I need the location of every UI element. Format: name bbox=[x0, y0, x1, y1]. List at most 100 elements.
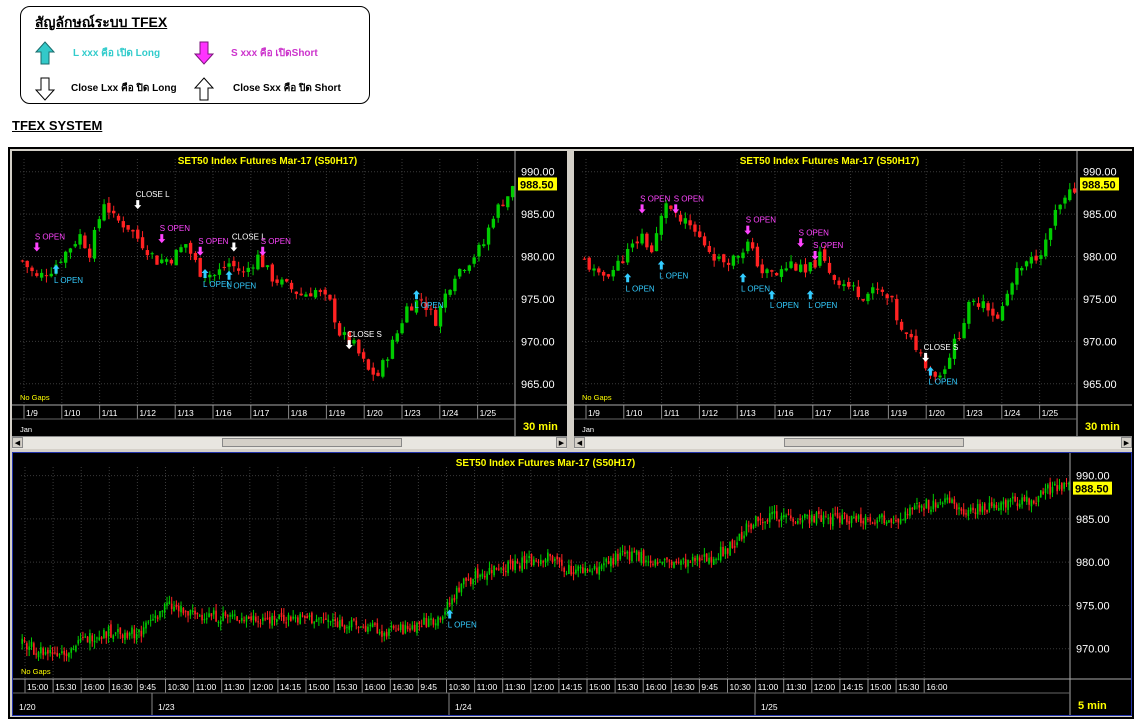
chart-panel-5min[interactable]: 990.00 985.00 980.00 975.00 970.00 15:00 15:30… bbox=[12, 452, 1132, 716]
x-tick-label: 11:00 bbox=[477, 682, 498, 692]
candle-body bbox=[217, 269, 222, 275]
candle-body bbox=[1068, 189, 1072, 201]
short-open-arrow-icon bbox=[194, 41, 214, 65]
candle-body bbox=[680, 560, 682, 565]
candle-body bbox=[304, 294, 308, 297]
x-tick-label: 11:30 bbox=[505, 682, 526, 692]
candle-body bbox=[198, 615, 201, 617]
candle-body bbox=[981, 506, 984, 513]
candle-body bbox=[145, 250, 150, 256]
candle-body bbox=[554, 558, 556, 561]
candle-body bbox=[451, 598, 453, 605]
candle-body bbox=[409, 628, 411, 631]
candle-body bbox=[409, 306, 414, 311]
candle-body bbox=[808, 515, 811, 524]
candle-body bbox=[605, 558, 608, 562]
x-tick-label: 16:30 bbox=[392, 682, 414, 692]
candle-body bbox=[126, 225, 130, 230]
candle-body bbox=[486, 227, 491, 245]
candle-body bbox=[1058, 204, 1062, 210]
candle-body bbox=[656, 561, 659, 564]
candle-body bbox=[789, 515, 792, 519]
x-tick-label: 1/20 bbox=[928, 408, 945, 418]
candle-body bbox=[1009, 499, 1012, 502]
candle-body bbox=[63, 251, 68, 263]
candle-body bbox=[297, 617, 299, 623]
candle-body bbox=[1058, 485, 1061, 490]
candle-body bbox=[453, 598, 456, 601]
scrollbar-right[interactable]: ◀ ▶ bbox=[574, 436, 1132, 449]
candle-body bbox=[385, 359, 390, 361]
candle-body bbox=[846, 515, 848, 523]
y-tick-label: 975.00 bbox=[521, 294, 555, 306]
candle-body bbox=[792, 518, 794, 522]
candle-body bbox=[743, 535, 745, 539]
candle-body bbox=[392, 625, 395, 629]
x-tick-label: 1/13 bbox=[739, 408, 756, 418]
candle-body bbox=[78, 234, 82, 245]
candle-body bbox=[265, 265, 270, 268]
candle-body bbox=[997, 507, 1000, 511]
candle-body bbox=[614, 553, 617, 564]
candle-body bbox=[806, 514, 808, 516]
candle-body bbox=[694, 557, 696, 562]
candle-body bbox=[271, 615, 273, 626]
signal-up-arrow-icon bbox=[624, 273, 632, 283]
signal-down-arrow-icon bbox=[158, 234, 166, 244]
signal-down-arrow-icon bbox=[33, 242, 41, 252]
candle-body bbox=[888, 520, 890, 523]
scroll-right-arrow-icon[interactable]: ▶ bbox=[1121, 437, 1132, 448]
candle-body bbox=[1068, 483, 1070, 485]
candle-body bbox=[698, 557, 701, 562]
x-tick-label: 16:30 bbox=[111, 682, 133, 692]
x-tick-label: 1/16 bbox=[215, 408, 232, 418]
candle-body bbox=[222, 266, 226, 268]
scroll-thumb-left[interactable] bbox=[222, 438, 402, 447]
candle-body bbox=[871, 287, 875, 294]
scroll-left-arrow-icon[interactable]: ◀ bbox=[12, 437, 23, 448]
candle-body bbox=[664, 203, 668, 219]
candle-body bbox=[112, 635, 115, 640]
candle-body bbox=[44, 651, 47, 655]
candle-body bbox=[794, 522, 797, 524]
candle-body bbox=[775, 511, 778, 519]
candle-body bbox=[70, 648, 73, 653]
month-label: Jan bbox=[20, 425, 32, 434]
x-tick-label: 1/24 bbox=[1004, 408, 1021, 418]
candle-body bbox=[787, 513, 790, 515]
chart-panel-30min-right[interactable]: 990.00 985.00 980.00 975.00 970.00 965.00 1/9 1… bbox=[574, 151, 1132, 436]
candle-body bbox=[413, 624, 416, 632]
candle-body bbox=[717, 558, 720, 560]
candle-body bbox=[570, 565, 573, 575]
candle-body bbox=[1039, 490, 1042, 498]
candle-body bbox=[715, 559, 717, 561]
scrollbar-left[interactable]: ◀ ▶ bbox=[12, 436, 567, 449]
candle-body bbox=[383, 632, 386, 636]
candle-body bbox=[224, 611, 227, 616]
candle-body bbox=[432, 619, 435, 625]
candle-body bbox=[876, 520, 879, 524]
candle-body bbox=[208, 274, 212, 278]
signal-down-arrow-icon bbox=[259, 246, 267, 256]
candle-body bbox=[462, 270, 467, 272]
candle-body bbox=[1037, 496, 1040, 503]
scroll-right-arrow-icon[interactable]: ▶ bbox=[556, 437, 567, 448]
chart-panel-30min-left[interactable]: 990.00 985.00 980.00 975.00 970.00 965.00 1/9 1… bbox=[12, 151, 567, 436]
signal-marker: L OPEN bbox=[446, 609, 477, 629]
candle-body bbox=[892, 521, 895, 523]
scroll-thumb-right[interactable] bbox=[784, 438, 964, 447]
signal-label: S OPEN bbox=[799, 228, 829, 237]
candle-body bbox=[404, 624, 407, 634]
scroll-left-arrow-icon[interactable]: ◀ bbox=[574, 437, 585, 448]
x-tick-label: 11:30 bbox=[786, 682, 807, 692]
candle-body bbox=[294, 291, 299, 294]
candle-body bbox=[58, 654, 61, 656]
candle-body bbox=[133, 629, 136, 639]
signal-down-arrow-icon bbox=[134, 200, 142, 210]
candle-body bbox=[1063, 482, 1065, 489]
candle-body bbox=[979, 503, 981, 512]
chart-5min: 990.00 985.00 980.00 975.00 970.00 15:00 15:30… bbox=[13, 453, 1131, 715]
candle-body bbox=[121, 634, 124, 638]
x-tick-label: 10:30 bbox=[730, 682, 752, 692]
candle-body bbox=[827, 517, 830, 519]
